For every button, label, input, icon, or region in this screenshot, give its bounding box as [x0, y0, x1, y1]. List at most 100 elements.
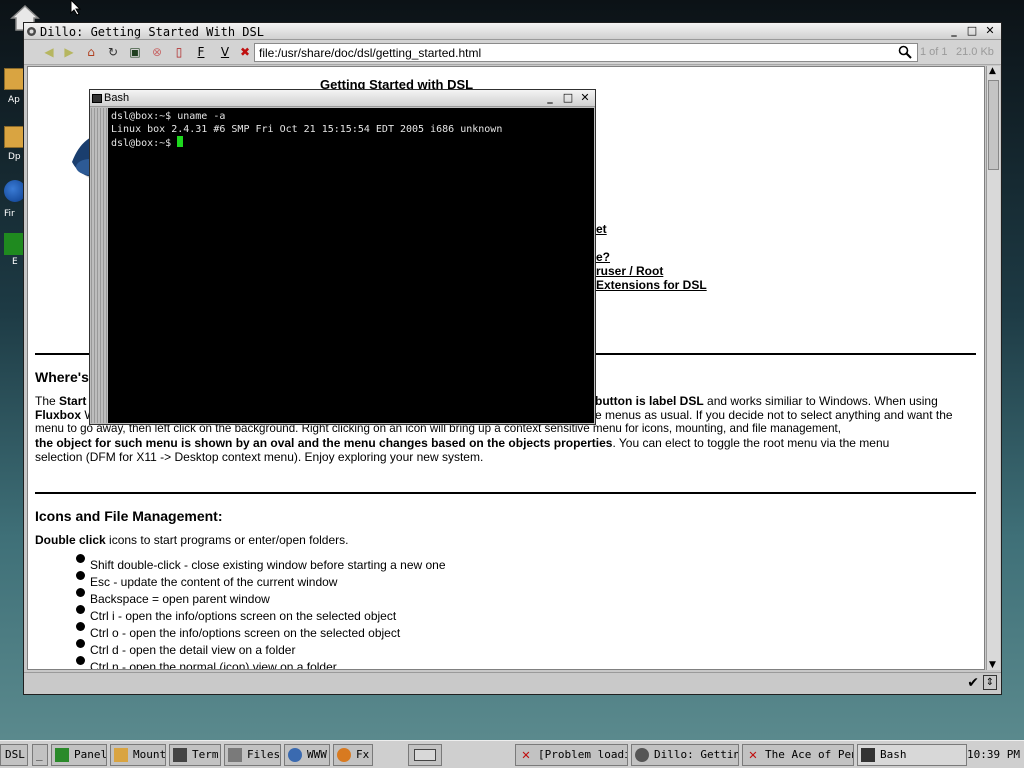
url-input[interactable]: file:/usr/share/doc/dsl/getting_started.…	[254, 43, 918, 62]
list-item: Ctrl n - open the normal (icon) view on …	[90, 660, 337, 670]
launcher-www[interactable]: WWW	[284, 744, 330, 766]
globe-icon	[288, 748, 302, 762]
launcher-label: Fx	[356, 748, 370, 761]
minimize-button[interactable]: _	[543, 92, 557, 105]
desktop-icon-label: E	[12, 257, 18, 267]
dillo-title: Dillo: Getting Started With DSL	[40, 25, 264, 39]
bullet	[76, 605, 85, 614]
reload-button[interactable]: ↻	[104, 44, 122, 61]
section-paragraph: Double click icons to start programs or …	[35, 533, 977, 547]
terminal-app-icon	[92, 94, 102, 103]
terminal-line: dsl@box:~$ uname -a	[111, 111, 226, 122]
bullet	[76, 656, 85, 665]
task-ace-of-pen[interactable]: ✕ The Ace of Pen	[742, 744, 854, 766]
list-item: Esc - update the content of the current …	[90, 575, 338, 589]
minimize-button[interactable]: _	[947, 25, 961, 38]
text-bold: button is label DSL	[595, 394, 704, 408]
clock: 10:39 PM	[967, 748, 1020, 761]
text: e menus as usual. If you decide not to s…	[595, 408, 953, 422]
terminal-output[interactable]: dsl@box:~$ uname -a Linux box 2.4.31 #6 S…	[108, 108, 594, 423]
toc-link[interactable]: et	[596, 222, 607, 236]
desktop-pager[interactable]	[408, 744, 442, 766]
task-label: Bash	[880, 748, 907, 761]
bash-title: Bash	[104, 92, 130, 104]
scroll-up-arrow-icon[interactable]: ▲	[989, 66, 996, 76]
list-item: Shift double-click - close existing wind…	[90, 558, 446, 572]
text-bold: Start	[59, 394, 87, 408]
vertical-scrollbar[interactable]: ▲ ▼	[986, 66, 1000, 670]
text: The	[35, 394, 56, 408]
view-button[interactable]: V	[216, 44, 234, 61]
toc-link[interactable]: Extensions for DSL	[596, 278, 707, 292]
terminal-icon	[861, 748, 875, 762]
section-heading: Icons and File Management:	[35, 508, 223, 524]
firefox-error-icon: ✕	[521, 747, 531, 763]
text: and works similiar to Windows. When usin…	[707, 394, 938, 408]
section-paragraph: the object for such menu is shown by an …	[35, 436, 977, 450]
taskbar: DSL _ Panel Mount Term Files WWW Fx ✕ [P…	[0, 740, 1024, 768]
panel-icon	[55, 748, 69, 762]
mount-icon	[114, 748, 128, 762]
clear-url-icon[interactable]: ✖	[236, 44, 254, 61]
bullet	[76, 571, 85, 580]
toc-link[interactable]: ruser / Root	[596, 264, 663, 278]
desktop-icon-label: Ap	[8, 95, 20, 105]
launcher-panel[interactable]: Panel	[51, 744, 107, 766]
stop-button[interactable]: ⊗	[148, 44, 166, 61]
maximize-button[interactable]: □	[965, 25, 979, 38]
launcher-label: Term	[192, 748, 219, 761]
start-button[interactable]: DSL	[0, 744, 28, 766]
task-bash[interactable]: Bash	[857, 744, 967, 766]
bash-window: Bash _ □ ✕ dsl@box:~$ uname -a Linux box …	[89, 89, 596, 425]
bookmarks-button[interactable]: ▯	[170, 44, 188, 61]
launcher-label: WWW	[307, 748, 327, 761]
list-item: Backspace = open parent window	[90, 592, 270, 606]
terminal-cursor	[177, 136, 184, 147]
text: . You can elect to toggle the root menu …	[612, 436, 890, 450]
task-label: [Problem loadi	[538, 748, 628, 761]
search-icon[interactable]	[898, 45, 912, 59]
terminal-scrollbar[interactable]	[91, 108, 107, 423]
launcher-label: Panel	[74, 748, 107, 761]
home-button[interactable]: ⌂	[82, 44, 100, 61]
bullet	[76, 588, 85, 597]
forward-button[interactable]: ▶	[60, 44, 78, 61]
task-dillo[interactable]: Dillo: Getting	[631, 744, 739, 766]
dillo-toolbar: ◀ ▶ ⌂ ↻ ▣ ⊗ ▯ F V ✖ file:/usr/share/doc/…	[24, 40, 1001, 65]
dillo-app-icon	[27, 27, 36, 36]
maximize-button[interactable]: □	[561, 92, 575, 105]
resize-icon[interactable]: ⇕	[983, 675, 997, 690]
files-icon	[228, 748, 242, 762]
terminal-line: dsl@box:~$	[111, 138, 178, 149]
dillo-icon	[635, 748, 649, 762]
task-problem-loading[interactable]: ✕ [Problem loadi	[515, 744, 628, 766]
bullet	[76, 554, 85, 563]
list-item: Ctrl d - open the detail view on a folde…	[90, 643, 296, 657]
launcher-firefox[interactable]: Fx	[333, 744, 373, 766]
save-button[interactable]: ▣	[126, 44, 144, 61]
checkmark-icon[interactable]: ✔	[967, 675, 979, 691]
text-bold: the object for such menu is shown by an …	[35, 436, 613, 450]
dillo-titlebar[interactable]: Dillo: Getting Started With DSL _ □ ✕	[24, 23, 1001, 40]
close-button[interactable]: ✕	[578, 92, 592, 105]
firefox-error-icon: ✕	[748, 747, 758, 763]
toc-link[interactable]: e?	[596, 250, 610, 264]
find-button[interactable]: F	[192, 44, 210, 61]
mouse-pointer-icon	[70, 0, 82, 16]
bash-titlebar[interactable]: Bash _ □ ✕	[90, 90, 595, 107]
firefox-icon	[337, 748, 351, 762]
terminal-icon	[173, 748, 187, 762]
terminal-line: Linux box 2.4.31 #6 SMP Fri Oct 21 15:15…	[111, 124, 503, 135]
launcher-mount[interactable]: Mount	[110, 744, 166, 766]
back-button[interactable]: ◀	[40, 44, 58, 61]
scrollbar-thumb[interactable]	[988, 80, 999, 170]
pager-window-icon	[414, 749, 436, 761]
desktop-icon-label: Fir	[4, 209, 15, 219]
bullet	[76, 622, 85, 631]
launcher-files[interactable]: Files	[224, 744, 281, 766]
minimize-all-button[interactable]: _	[32, 744, 48, 766]
scroll-down-arrow-icon[interactable]: ▼	[989, 660, 996, 670]
close-button[interactable]: ✕	[983, 25, 997, 38]
task-label: Dillo: Getting	[654, 748, 739, 761]
launcher-term[interactable]: Term	[169, 744, 221, 766]
